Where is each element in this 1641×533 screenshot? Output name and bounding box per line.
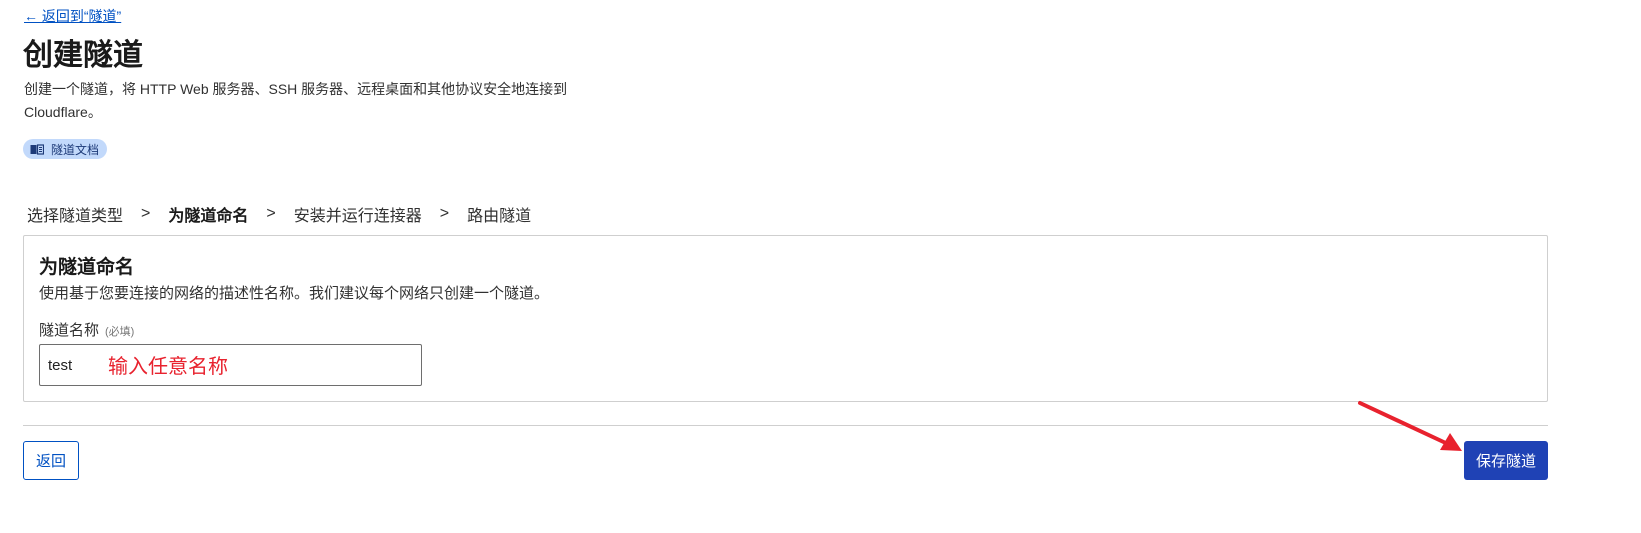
tunnel-name-label-text: 隧道名称	[39, 322, 100, 339]
create-tunnel-page: ← 返回到“隧道” 创建隧道 创建一个隧道，将 HTTP Web 服务器、SSH…	[0, 0, 1641, 533]
card-description: 使用基于您要连接的网络的描述性名称。我们建议每个网络只创建一个隧道。	[39, 285, 550, 302]
step-separator: >	[266, 205, 276, 222]
step-separator: >	[141, 205, 151, 222]
card-title: 为隧道命名	[39, 257, 135, 278]
step-name-tunnel: 为隧道命名	[168, 208, 249, 225]
annotation-enter-any-name: 输入任意名称	[108, 356, 228, 378]
wizard-steps: 选择隧道类型 > 为隧道命名 > 安装并运行连接器 > 路由隧道	[27, 202, 531, 226]
name-tunnel-card: 为隧道命名 使用基于您要连接的网络的描述性名称。我们建议每个网络只创建一个隧道。…	[23, 235, 1548, 402]
docs-badge-label: 隧道文档	[51, 142, 100, 157]
save-tunnel-button[interactable]: 保存隧道	[1464, 441, 1548, 480]
step-route-tunnel: 路由隧道	[467, 208, 532, 225]
page-description: 创建一个隧道，将 HTTP Web 服务器、SSH 服务器、远程桌面和其他协议安…	[24, 81, 568, 120]
back-to-tunnels-link[interactable]: ← 返回到“隧道”	[24, 6, 121, 26]
footer-divider	[23, 425, 1548, 426]
tunnel-docs-badge[interactable]: 隧道文档	[23, 139, 108, 159]
required-indicator: (必填)	[105, 326, 135, 338]
page-title: 创建隧道	[23, 39, 143, 72]
tunnel-name-input[interactable]	[39, 344, 422, 386]
back-button[interactable]: 返回	[23, 441, 79, 480]
book-icon	[30, 143, 44, 155]
tunnel-name-label: 隧道名称 (必填)	[39, 319, 134, 340]
step-install-connector: 安装并运行连接器	[293, 208, 422, 225]
step-select-type: 选择隧道类型	[27, 208, 124, 225]
step-separator: >	[439, 205, 450, 222]
